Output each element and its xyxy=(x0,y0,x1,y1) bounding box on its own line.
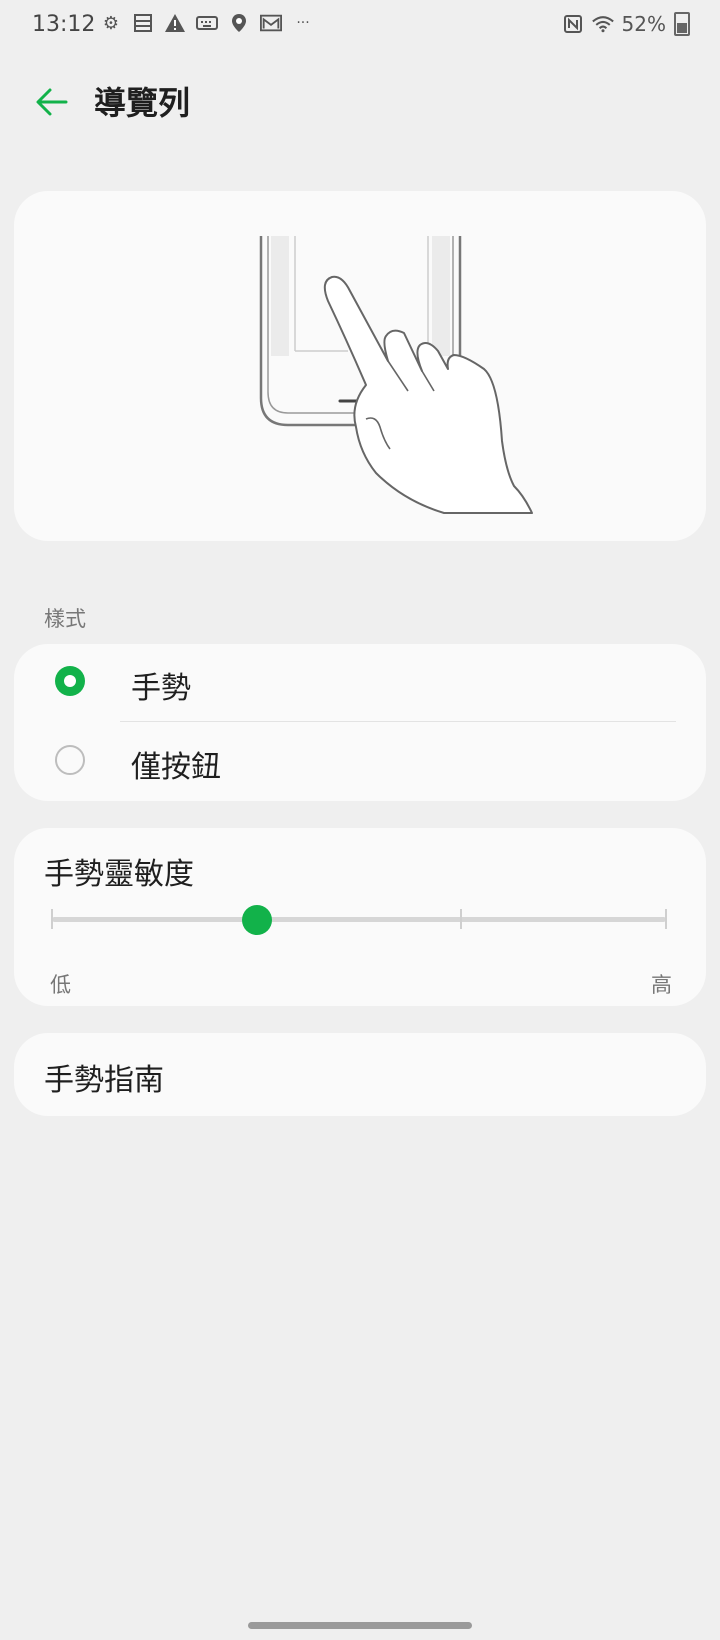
slider-high-label: 高 xyxy=(651,973,672,997)
option-gesture[interactable]: 手勢 xyxy=(14,644,706,722)
app-bar: 導覽列 xyxy=(0,70,720,130)
sensitivity-title: 手勢靈敏度 xyxy=(44,857,194,892)
slider-tick xyxy=(665,909,667,929)
option-buttons-only[interactable]: 僅按鈕 xyxy=(14,723,706,801)
divider xyxy=(120,721,676,722)
slider-tick xyxy=(51,909,53,929)
slider-track xyxy=(52,917,666,922)
home-indicator[interactable] xyxy=(248,1622,472,1629)
radio-unselected-icon[interactable] xyxy=(55,745,85,775)
gesture-sensitivity-card: 手勢靈敏度 低 高 xyxy=(14,828,706,1006)
warning-icon xyxy=(164,12,186,34)
back-button[interactable] xyxy=(30,80,74,124)
nfc-icon xyxy=(562,13,584,35)
gear-icon: ⚙ xyxy=(102,12,120,34)
more-dots-icon: ··· xyxy=(296,15,310,31)
status-bar: 13:12 ⚙ ··· 52% xyxy=(0,0,720,52)
status-time: 13:12 xyxy=(32,12,96,37)
option-label: 手勢 xyxy=(131,671,191,706)
gesture-illustration-card xyxy=(14,191,706,541)
section-label-style: 樣式 xyxy=(44,607,86,631)
keyboard-icon xyxy=(196,12,218,34)
wifi-icon xyxy=(591,13,614,35)
style-options-card: 手勢 僅按鈕 xyxy=(14,644,706,801)
battery-percent: 52% xyxy=(621,12,666,36)
location-icon xyxy=(228,12,250,34)
slider-tick xyxy=(460,909,463,929)
radio-selected-icon[interactable] xyxy=(55,666,85,696)
sensitivity-slider[interactable] xyxy=(51,898,667,938)
battery-icon xyxy=(674,12,690,36)
gmail-icon xyxy=(260,12,282,34)
gesture-guide-label: 手勢指南 xyxy=(44,1063,164,1098)
gesture-hand-illustration xyxy=(259,236,533,514)
slider-thumb[interactable] xyxy=(241,905,272,935)
page-title: 導覽列 xyxy=(94,84,191,122)
gesture-guide-item[interactable]: 手勢指南 xyxy=(14,1033,706,1116)
arrow-left-icon xyxy=(36,88,68,116)
storage-icon xyxy=(132,12,154,34)
status-system-icons: 52% xyxy=(562,12,690,36)
option-label: 僅按鈕 xyxy=(131,750,221,785)
status-notification-icons: ⚙ ··· xyxy=(100,12,314,34)
slider-low-label: 低 xyxy=(50,973,71,997)
